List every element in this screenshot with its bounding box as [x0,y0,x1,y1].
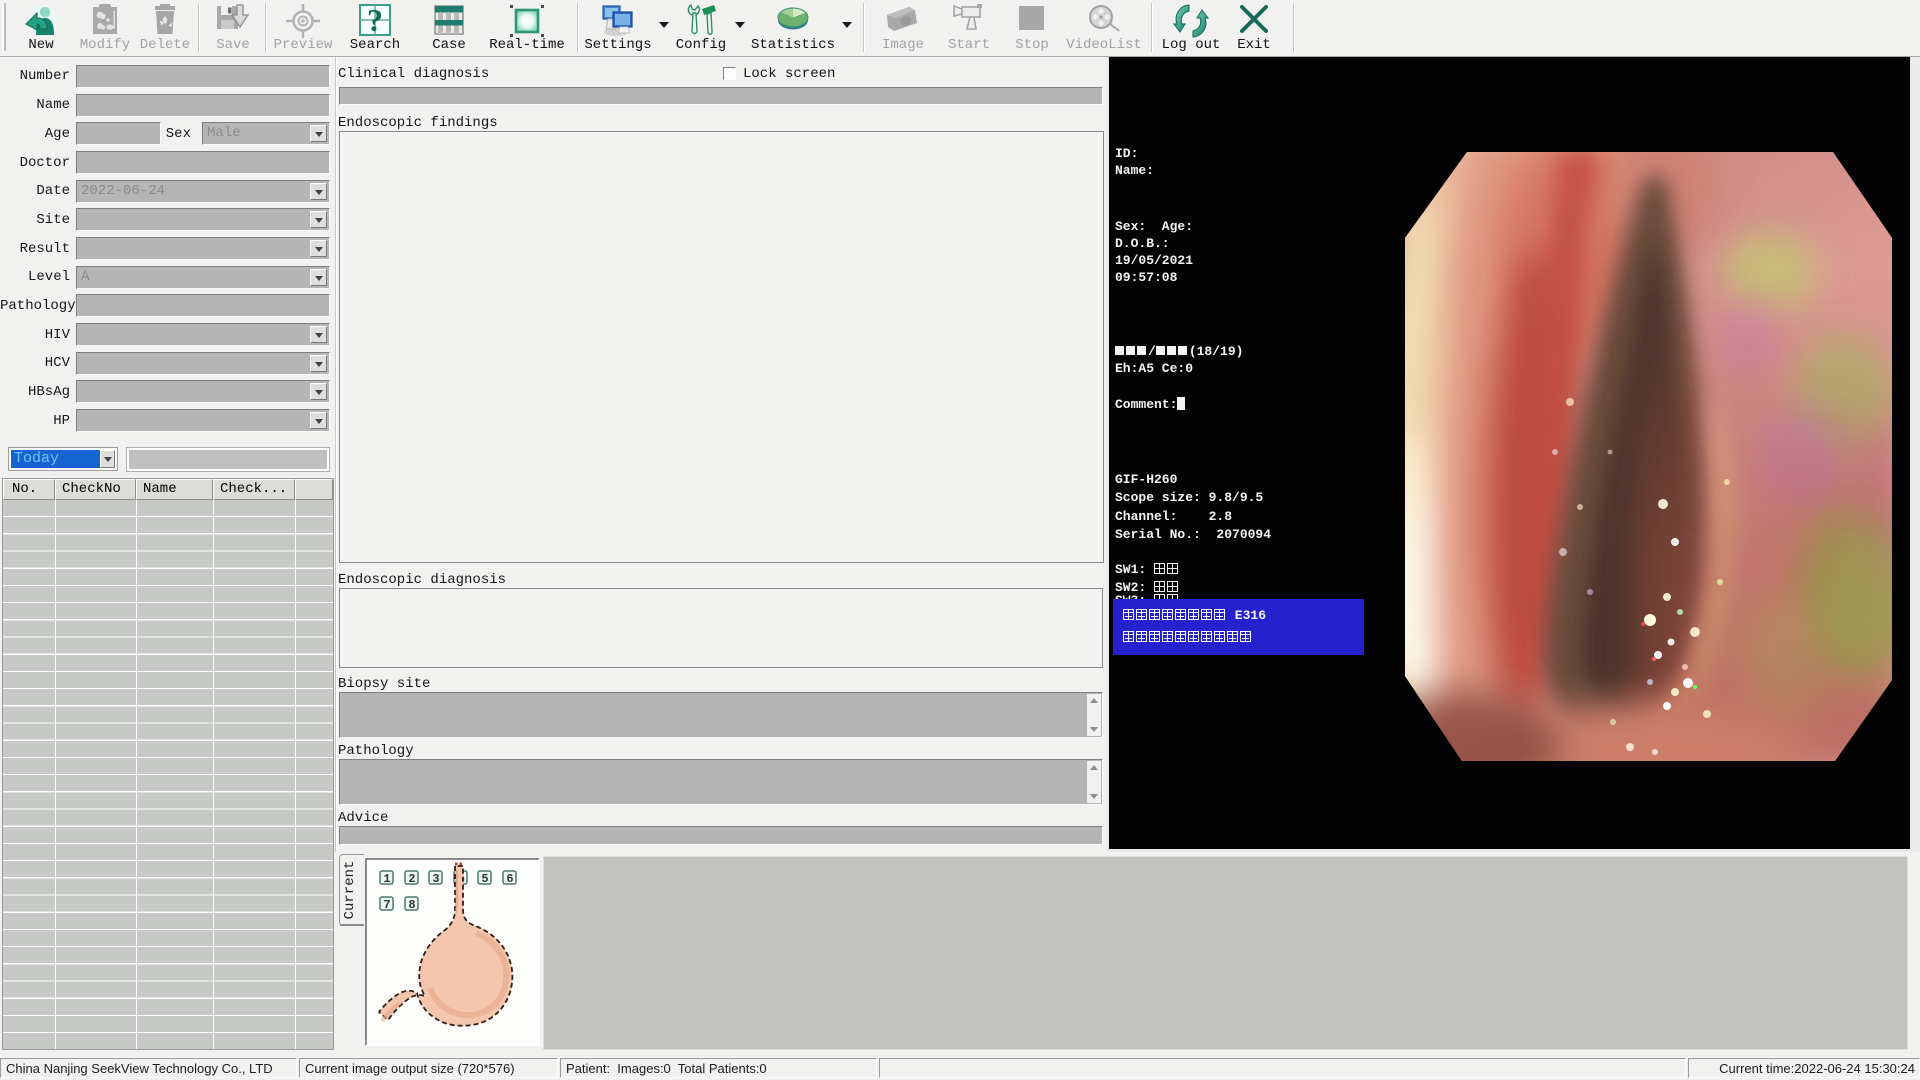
svg-text:8: 8 [408,898,415,912]
svg-text:1: 1 [383,872,390,886]
svg-text:7: 7 [383,898,390,912]
svg-text:3: 3 [432,872,439,886]
svg-text:5: 5 [481,872,488,886]
svg-text:2: 2 [408,872,415,886]
svg-text:6: 6 [506,872,513,886]
svg-text:?: ? [367,3,383,37]
